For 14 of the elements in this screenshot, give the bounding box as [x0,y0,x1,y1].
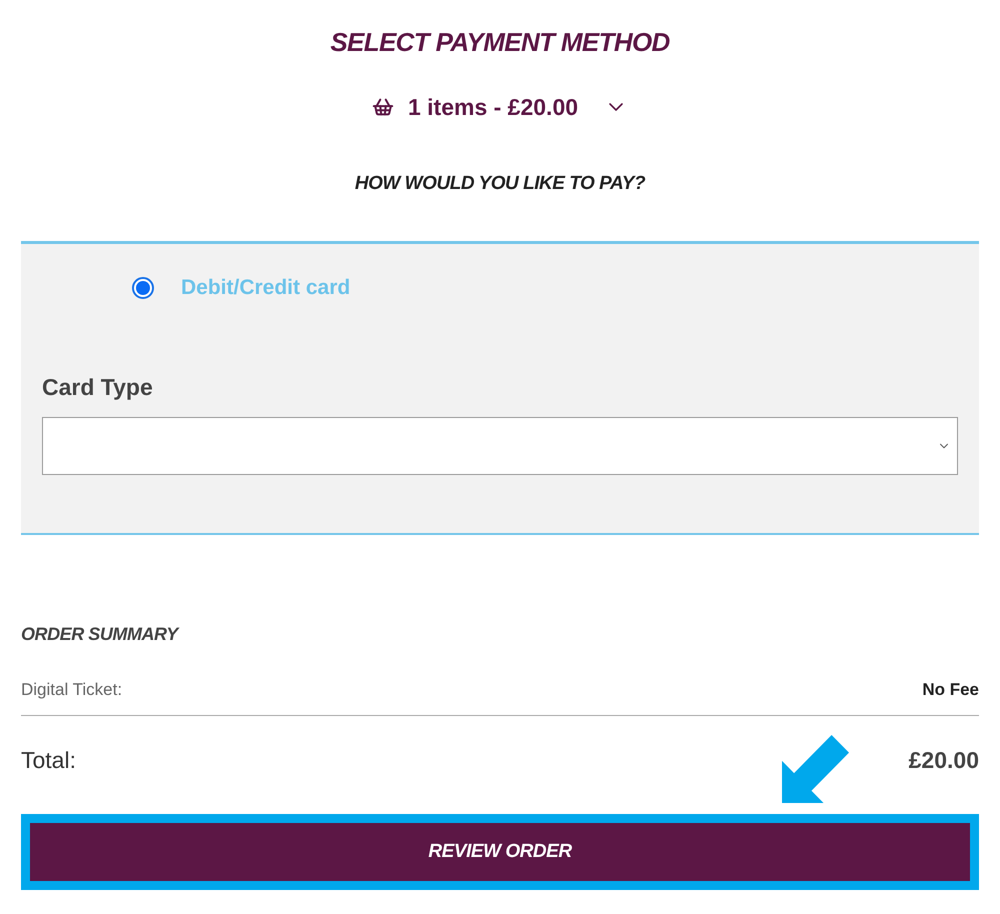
radio-button[interactable] [132,277,154,299]
page-title: SELECT PAYMENT METHOD [330,26,670,58]
arrow-icon [782,735,849,803]
total-value: £20.00 [908,746,979,775]
card-type-label: Card Type [42,373,153,402]
order-summary-title: ORDER SUMMARY [21,623,178,646]
basket-summary-button[interactable]: 1 items - £20.00 [372,92,628,122]
payment-prompt: HOW WOULD YOU LIKE TO PAY? [354,172,646,196]
total-label: Total: [21,746,76,775]
fee-label: Digital Ticket: [21,679,122,701]
fee-value: No Fee [922,679,979,701]
card-type-select[interactable] [42,417,958,475]
review-order-button[interactable]: REVIEW ORDER [21,814,979,890]
basket-icon [372,96,394,118]
